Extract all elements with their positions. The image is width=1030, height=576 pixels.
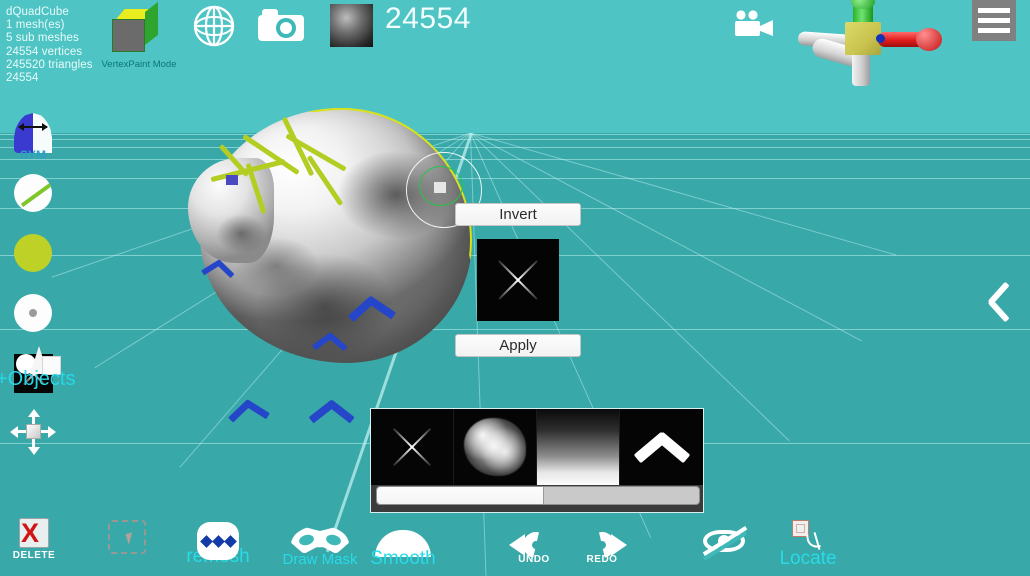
- delete-icon: X: [17, 518, 51, 550]
- remesh-icon: [197, 522, 239, 560]
- x-mask-icon: [390, 425, 434, 469]
- chevron-up-icon: [633, 430, 690, 464]
- locate-icon: [788, 520, 828, 554]
- gizmo-axis-z[interactable]: [876, 34, 885, 43]
- mask-icon: [291, 526, 349, 554]
- redo-arrow-icon: [579, 527, 627, 563]
- color-swatch-icon: [14, 234, 52, 272]
- hamburger-menu-icon[interactable]: [972, 0, 1016, 41]
- material-sphere-thumbnail[interactable]: [330, 4, 373, 47]
- camera-icon[interactable]: [258, 7, 304, 48]
- smooth-label: Smooth: [370, 548, 436, 569]
- sidebar-item-move-gizmo[interactable]: [0, 409, 66, 476]
- brush-strength-slider-fill: [377, 487, 545, 504]
- sidebar-item-brush-preview[interactable]: [0, 170, 66, 230]
- smooth-button[interactable]: Smooth: [368, 530, 438, 570]
- sculpt-mesh-model[interactable]: [188, 100, 488, 424]
- eye-off-icon: [701, 526, 748, 561]
- video-camera-icon[interactable]: [733, 10, 775, 43]
- symmetry-label: SYM: [19, 148, 46, 162]
- brush-alpha-x[interactable]: [371, 409, 454, 485]
- cube-mode-icon[interactable]: VertexPaint Mode: [99, 1, 179, 70]
- left-sidebar: SYM: [0, 110, 70, 476]
- apply-button[interactable]: Apply: [455, 334, 581, 357]
- vertex-marker: [226, 175, 238, 185]
- add-objects-label: +Objects: [0, 368, 76, 390]
- brush-alpha-splat[interactable]: [454, 409, 537, 485]
- invert-button[interactable]: Invert: [455, 203, 581, 226]
- gizmo-axis-x-handle[interactable]: [916, 28, 942, 51]
- brush-preview-icon: [14, 174, 52, 212]
- mode-label: VertexPaint Mode: [101, 59, 177, 70]
- sidebar-item-falloff[interactable]: [0, 290, 66, 350]
- delete-button[interactable]: X DELETE: [8, 518, 60, 561]
- remesh-button[interactable]: remesh: [176, 522, 260, 568]
- mask-preview-thumbnail[interactable]: [477, 239, 559, 321]
- falloff-icon: [14, 294, 52, 332]
- brush-collapse[interactable]: [620, 409, 703, 485]
- splat-icon: [464, 418, 526, 476]
- hide-button[interactable]: [700, 526, 748, 561]
- transform-gizmo[interactable]: [790, 0, 960, 100]
- brush-alpha-gradient[interactable]: [537, 409, 620, 485]
- undo-button[interactable]: UNDO: [509, 527, 558, 565]
- sidebar-item-symmetry[interactable]: SYM: [0, 110, 66, 170]
- poly-count-readout: 24554: [385, 2, 471, 35]
- brush-strength-slider[interactable]: [376, 486, 700, 505]
- gizmo-axis-white-3: [852, 52, 870, 86]
- brush-options-panel: [370, 408, 704, 513]
- brush-cursor-center: [434, 182, 446, 193]
- chevron-left-icon[interactable]: [986, 281, 1012, 336]
- select-button[interactable]: [104, 520, 150, 554]
- globe-icon[interactable]: [193, 5, 235, 52]
- move-gizmo-icon: [10, 409, 56, 455]
- header-toolbar: VertexPaint Mode 24554: [0, 0, 1030, 86]
- delete-label: DELETE: [12, 550, 56, 561]
- undo-arrow-icon: [509, 527, 557, 563]
- locate-button[interactable]: Locate: [768, 520, 848, 570]
- mask-panel: Invert Apply: [455, 203, 581, 357]
- redo-button[interactable]: REDO: [578, 527, 627, 565]
- bottom-toolbar: X DELETE remesh Draw Mask Smooth UNDO RE…: [0, 504, 1030, 576]
- symmetry-icon: [14, 113, 52, 153]
- x-mask-icon: [495, 257, 541, 303]
- sidebar-item-add-objects[interactable]: +Objects: [0, 344, 120, 404]
- select-rect-icon: [108, 520, 146, 554]
- sidebar-item-color[interactable]: [0, 230, 66, 290]
- cube-glyph: [112, 1, 166, 57]
- draw-mask-button[interactable]: Draw Mask: [280, 526, 360, 568]
